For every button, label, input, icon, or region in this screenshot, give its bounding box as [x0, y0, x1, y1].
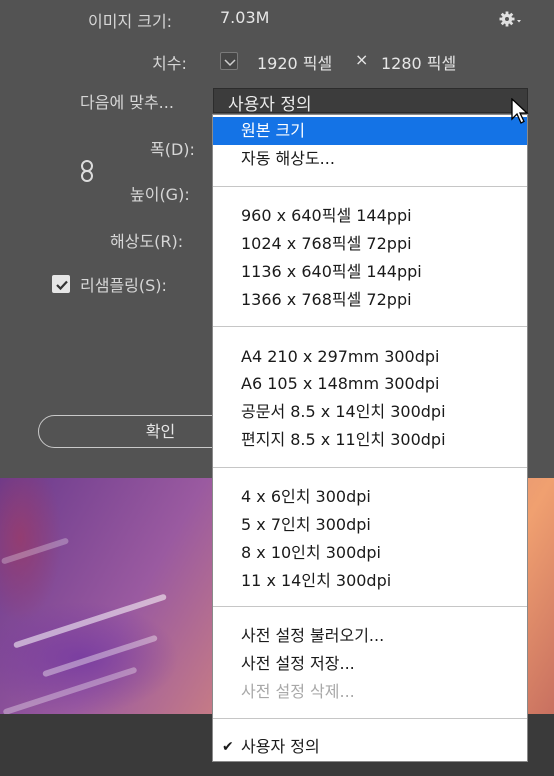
times-sign: × — [355, 50, 369, 69]
fit-to-select-value: 사용자 정의 — [228, 95, 312, 115]
mouse-cursor-icon — [511, 97, 531, 130]
height-label: 높이(G): — [130, 185, 190, 204]
dimensions-label: 치수: — [152, 54, 187, 73]
menu-item-preset[interactable]: A6 105 x 148mm 300dpi — [213, 370, 527, 398]
resample-checkbox[interactable] — [52, 275, 70, 293]
menu-item-delete-preset: 사전 설정 삭제... — [241, 682, 355, 701]
resample-label: 리샘플링(S): — [80, 276, 167, 295]
menu-item-preset[interactable]: 공문서 8.5 x 14인치 300dpi — [213, 398, 527, 426]
menu-item-auto-resolution[interactable]: 자동 해상도... — [213, 145, 527, 173]
menu-item-custom[interactable]: 사용자 정의 — [213, 733, 527, 761]
menu-item-preset[interactable]: 960 x 640픽셀 144ppi — [213, 202, 527, 230]
resolution-label: 해상도(R): — [110, 232, 184, 251]
menu-item-original-size[interactable]: 원본 크기 — [213, 117, 527, 145]
chain-link-icon[interactable] — [80, 160, 94, 186]
menu-item-preset[interactable]: 1024 x 768픽셀 72ppi — [213, 230, 527, 258]
menu-item-preset[interactable]: 5 x 7인치 300dpi — [213, 511, 527, 539]
menu-item-preset[interactable]: 1136 x 640픽셀 144ppi — [213, 258, 527, 286]
dimensions-dropdown-toggle[interactable] — [220, 52, 238, 70]
menu-item-preset[interactable]: 4 x 6인치 300dpi — [213, 483, 527, 511]
menu-item-load-preset[interactable]: 사전 설정 불러오기... — [213, 622, 527, 650]
menu-separator — [213, 186, 527, 187]
menu-item-preset[interactable]: 편지지 8.5 x 11인치 300dpi — [213, 426, 527, 454]
image-size-value: 7.03M — [220, 8, 270, 27]
menu-item-preset[interactable]: 8 x 10인치 300dpi — [213, 539, 527, 567]
height-pixels: 1280 픽셀 — [381, 54, 457, 73]
image-size-label: 이미지 크기: — [88, 12, 173, 31]
menu-item-save-preset[interactable]: 사전 설정 저장... — [213, 650, 527, 678]
width-label: 폭(D): — [150, 140, 195, 159]
gear-icon[interactable] — [498, 9, 524, 33]
menu-separator — [213, 467, 527, 468]
fit-to-dropdown-menu: 원본 크기 자동 해상도... 960 x 640픽셀 144ppi 1024 … — [212, 114, 528, 762]
menu-separator — [213, 718, 527, 719]
menu-separator — [213, 606, 527, 607]
menu-item-preset[interactable]: 1366 x 768픽셀 72ppi — [213, 286, 527, 314]
menu-item-preset[interactable]: 11 x 14인치 300dpi — [213, 567, 527, 595]
fit-to-select[interactable]: 사용자 정의 — [213, 88, 528, 115]
menu-separator — [213, 326, 527, 327]
fit-to-label: 다음에 맞추... — [80, 93, 174, 112]
width-pixels: 1920 픽셀 — [257, 54, 333, 73]
menu-item-preset[interactable]: A4 210 x 297mm 300dpi — [213, 343, 527, 371]
